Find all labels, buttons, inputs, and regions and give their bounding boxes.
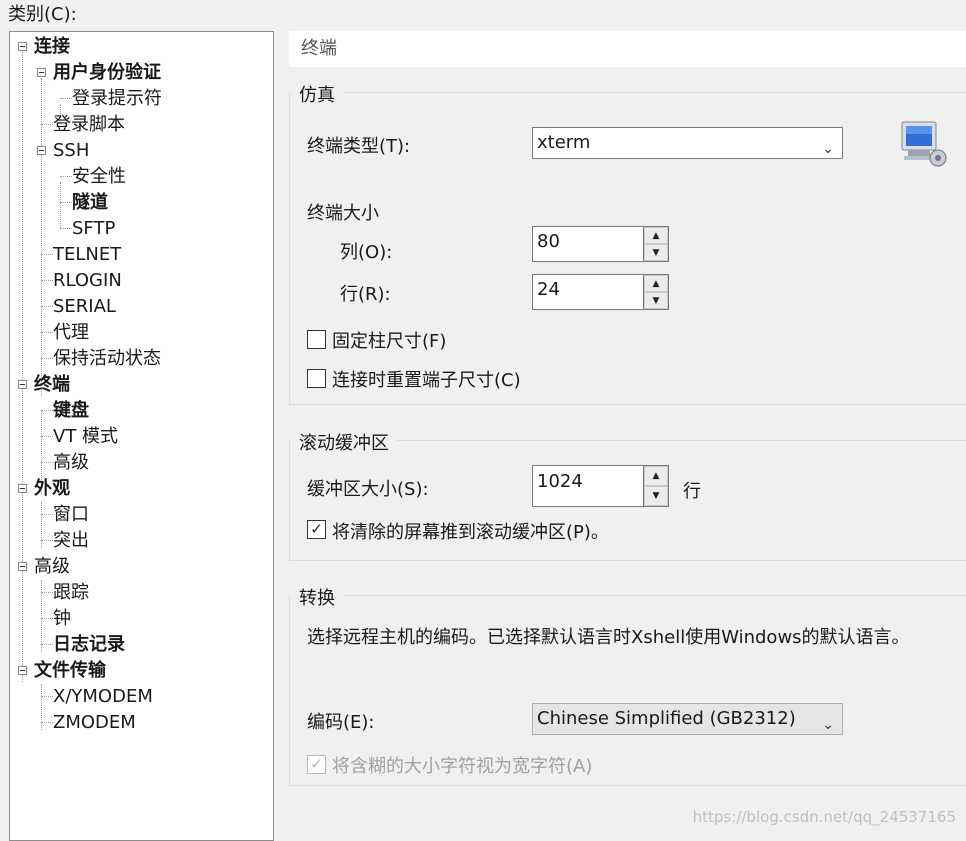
spin-up-icon[interactable]: ▲ (644, 227, 668, 244)
buffer-size-label: 缓冲区大小(S): (307, 479, 429, 500)
spin-down-icon[interactable]: ▼ (644, 486, 668, 506)
collapse-icon[interactable] (37, 68, 46, 77)
tree-item-proxy[interactable]: 代理 (53, 321, 89, 345)
fixed-size-label: 固定柱尺寸(F) (332, 331, 447, 352)
tree-item-connection[interactable]: 连接 (34, 35, 70, 59)
reset-on-connect-label: 连接时重置端子尺寸(C) (332, 370, 521, 391)
columns-input[interactable]: 80 (532, 226, 644, 262)
push-to-buffer-label: 将清除的屏幕推到滚动缓冲区(P)。 (332, 522, 609, 543)
tree-item-rlogin[interactable]: RLOGIN (53, 269, 122, 293)
spin-up-icon[interactable]: ▲ (644, 466, 668, 486)
tree-item-zmodem[interactable]: ZMODEM (53, 711, 136, 735)
terminal-monitor-icon (900, 120, 950, 168)
rows-stepper[interactable]: ▲ ▼ (643, 274, 669, 310)
tree-item-vt-modes[interactable]: VT 模式 (53, 425, 118, 449)
tree-item-login-scripts[interactable]: 登录脚本 (53, 113, 125, 137)
tree-item-appearance[interactable]: 外观 (34, 477, 70, 501)
collapse-icon[interactable] (18, 380, 27, 389)
buffer-size-stepper[interactable]: ▲ ▼ (643, 465, 669, 507)
tree-item-security[interactable]: 安全性 (72, 165, 126, 189)
tree-item-terminal-advanced[interactable]: 高级 (53, 451, 89, 475)
tree-item-highlight[interactable]: 突出 (53, 529, 89, 553)
rows-label: 行(R): (340, 284, 391, 305)
tree-item-file-transfer[interactable]: 文件传输 (34, 659, 106, 683)
tree-item-ssh[interactable]: SSH (53, 139, 89, 163)
tree-item-sftp[interactable]: SFTP (72, 217, 115, 241)
tree-item-serial[interactable]: SERIAL (53, 295, 116, 319)
tree-item-terminal[interactable]: 终端 (34, 373, 70, 397)
collapse-icon[interactable] (18, 562, 27, 571)
terminal-type-select[interactable]: xterm ⌄ (532, 127, 843, 159)
terminal-size-label: 终端大小 (307, 203, 379, 224)
tree-item-keyboard[interactable]: 键盘 (53, 399, 89, 423)
encoding-description: 选择远程主机的编码。已选择默认语言时Xshell使用Windows的默认语言。 (307, 627, 910, 648)
tree-item-tunneling[interactable]: 隧道 (72, 191, 108, 215)
terminal-type-label: 终端类型(T): (307, 136, 411, 157)
chevron-down-icon: ⌄ (822, 141, 834, 157)
rows-input[interactable]: 24 (532, 274, 644, 310)
collapse-icon[interactable] (18, 666, 27, 675)
category-tree[interactable]: 连接 用户身份验证 登录提示符 登录脚本 SSH 安全性 隧道 SFTP TEL… (9, 31, 274, 841)
tree-item-xymodem[interactable]: X/YMODEM (53, 685, 153, 709)
fixed-size-checkbox[interactable] (307, 330, 326, 349)
page-title: 终端 (289, 31, 966, 67)
ambiguous-width-label: 将含糊的大小字符视为宽字符(A) (332, 756, 593, 777)
chevron-down-icon: ⌄ (822, 717, 834, 733)
spin-down-icon[interactable]: ▼ (644, 292, 668, 309)
tree-item-login-prompts[interactable]: 登录提示符 (72, 87, 162, 111)
spin-down-icon[interactable]: ▼ (644, 244, 668, 261)
tree-item-advanced[interactable]: 高级 (34, 555, 70, 579)
columns-label: 列(O): (340, 242, 393, 263)
collapse-icon[interactable] (18, 484, 27, 493)
encoding-label: 编码(E): (307, 712, 375, 733)
collapse-icon[interactable] (37, 146, 46, 155)
tree-item-bell[interactable]: 钟 (53, 607, 71, 631)
reset-on-connect-checkbox[interactable] (307, 369, 326, 388)
collapse-icon[interactable] (18, 42, 27, 51)
tree-item-keep-alive[interactable]: 保持活动状态 (53, 347, 161, 371)
encoding-select[interactable]: Chinese Simplified (GB2312) ⌄ (532, 703, 843, 735)
columns-stepper[interactable]: ▲ ▼ (643, 226, 669, 262)
buffer-size-input[interactable]: 1024 (532, 465, 644, 507)
tree-item-authentication[interactable]: 用户身份验证 (53, 61, 161, 85)
tree-item-telnet[interactable]: TELNET (53, 243, 121, 267)
push-to-buffer-checkbox[interactable]: ✓ (307, 520, 326, 539)
category-label: 类别(C): (8, 4, 77, 25)
buffer-unit-label: 行 (683, 481, 701, 502)
watermark: https://blog.csdn.net/qq_24537165 (692, 808, 956, 826)
tree-item-trace[interactable]: 跟踪 (53, 581, 89, 605)
tree-item-logging[interactable]: 日志记录 (53, 633, 125, 657)
ambiguous-width-checkbox[interactable]: ✓ (307, 755, 326, 774)
tree-item-window[interactable]: 窗口 (53, 503, 89, 527)
spin-up-icon[interactable]: ▲ (644, 275, 668, 292)
